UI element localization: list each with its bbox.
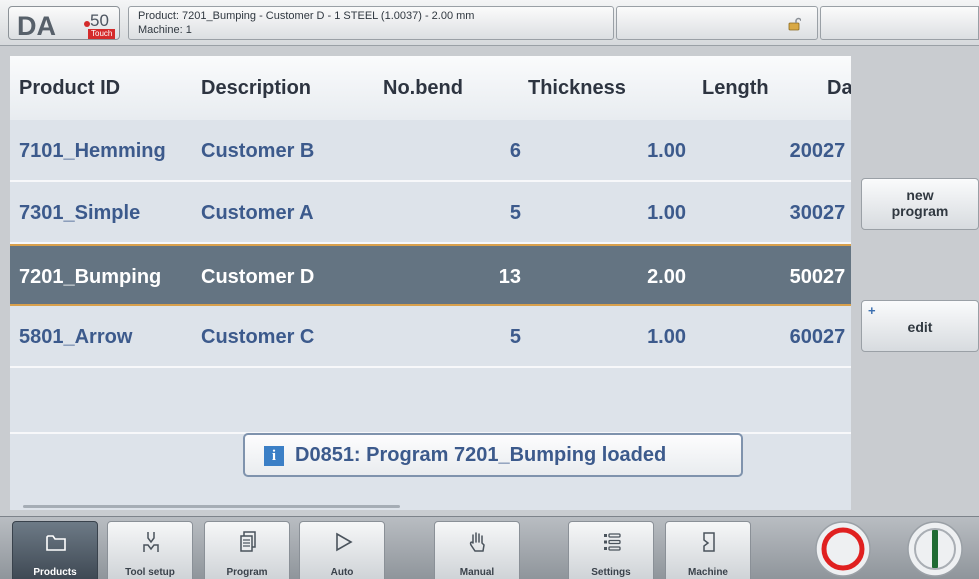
- cell-product-id: 7201_Bumping: [19, 266, 162, 288]
- edit-label: edit: [907, 319, 933, 335]
- cell-length: 200: [789, 140, 823, 162]
- tab-program[interactable]: Program: [204, 521, 290, 579]
- product-table: Product ID Description No.bend Thickness…: [10, 56, 851, 510]
- table-header: Product ID Description No.bend Thickness…: [10, 56, 851, 120]
- cell-thickness: 1.00: [647, 140, 686, 162]
- cell-no-bend: 13: [498, 266, 521, 288]
- pages-icon: [240, 531, 256, 552]
- cell-product-id: 7301_Simple: [19, 202, 141, 224]
- new-program-button[interactable]: new program: [861, 178, 979, 230]
- edit-button[interactable]: + edit: [861, 300, 979, 352]
- logo-model: 50: [90, 11, 109, 30]
- tab-manual[interactable]: Manual: [434, 521, 520, 579]
- cell-product-id: 5801_Arrow: [19, 326, 133, 348]
- machine-icon: [703, 532, 715, 552]
- tab-label: Auto: [330, 567, 354, 578]
- info-icon: i: [264, 446, 284, 466]
- tab-label: Settings: [591, 567, 631, 578]
- cell-da: 27: [823, 202, 846, 224]
- cell-description: Customer B: [201, 140, 315, 162]
- column-header-length[interactable]: Length: [686, 56, 823, 120]
- cell-length: 500: [789, 266, 823, 288]
- status-message: i D0851: Program 7201_Bumping loaded: [243, 433, 743, 477]
- da50-logo: DA 50 Touch: [8, 6, 120, 41]
- cell-thickness: 1.00: [647, 202, 686, 224]
- list-icon: [604, 533, 621, 551]
- punch-die-icon: [143, 532, 159, 552]
- logo-brand: DA: [17, 11, 56, 41]
- cell-description: Customer C: [201, 326, 315, 348]
- tab-products[interactable]: Products: [12, 521, 98, 579]
- empty-row: [10, 370, 851, 434]
- folder-icon: [46, 535, 66, 551]
- status-message-text: D0851: Program 7201_Bumping loaded: [295, 444, 667, 466]
- cell-da: 27: [823, 326, 846, 348]
- tab-settings[interactable]: Settings: [568, 521, 654, 579]
- cell-description: Customer A: [201, 202, 314, 224]
- start-circle-icon[interactable]: [900, 521, 970, 577]
- cell-length: 600: [789, 326, 823, 348]
- lock-panel[interactable]: [616, 6, 818, 40]
- table-row[interactable]: 7101_Hemming Customer B 6 1.00 200 27: [10, 120, 851, 182]
- header-right-panel: [820, 6, 979, 40]
- stop-circle-icon[interactable]: [808, 521, 878, 577]
- column-header-description[interactable]: Description: [201, 56, 381, 120]
- hand-icon: [469, 532, 485, 552]
- play-icon: [336, 532, 353, 552]
- column-header-thickness[interactable]: Thickness: [521, 56, 686, 120]
- cell-thickness: 1.00: [647, 326, 686, 348]
- column-header-product-id[interactable]: Product ID: [19, 56, 201, 120]
- plus-icon: +: [868, 303, 876, 318]
- column-header-da[interactable]: Da: [823, 56, 851, 120]
- tab-machine[interactable]: Machine: [665, 521, 751, 579]
- table-row-selected[interactable]: 7201_Bumping Customer D 13 2.00 500 27: [10, 244, 851, 306]
- cell-no-bend: 6: [509, 140, 521, 162]
- cell-da: 27: [823, 266, 846, 288]
- top-bar: DA 50 Touch Product: 7201_Bumping - Cust…: [0, 0, 979, 46]
- table-row[interactable]: 5801_Arrow Customer C 5 1.00 600 27: [10, 306, 851, 368]
- product-line: Product: 7201_Bumping - Customer D - 1 S…: [138, 10, 475, 22]
- new-program-label-line1: new: [906, 187, 934, 203]
- unlocked-padlock-icon[interactable]: [787, 17, 801, 31]
- logo-edition: Touch: [88, 29, 116, 39]
- tab-label: Tool setup: [125, 567, 175, 578]
- side-panel: new program + edit: [851, 56, 979, 510]
- tab-tool-setup[interactable]: Tool setup: [107, 521, 193, 579]
- cell-no-bend: 5: [509, 326, 521, 348]
- cell-length: 300: [789, 202, 823, 224]
- product-info-panel: Product: 7201_Bumping - Customer D - 1 S…: [128, 6, 614, 40]
- cell-description: Customer D: [201, 266, 315, 288]
- tab-auto[interactable]: Auto: [299, 521, 385, 579]
- cell-no-bend: 5: [509, 202, 521, 224]
- tab-label: Manual: [459, 567, 495, 578]
- cell-thickness: 2.00: [647, 266, 686, 288]
- table-row[interactable]: 7301_Simple Customer A 5 1.00 300 27: [10, 182, 851, 244]
- cell-product-id: 7101_Hemming: [19, 140, 166, 162]
- horizontal-scrollbar[interactable]: [23, 505, 400, 508]
- machine-line: Machine: 1: [138, 24, 192, 36]
- column-header-no-bend[interactable]: No.bend: [381, 56, 521, 120]
- cell-da: 27: [823, 140, 846, 162]
- bottom-navigation: Products Tool setup Program Auto Manual: [0, 516, 979, 579]
- tab-label: Products: [33, 567, 77, 578]
- new-program-label-line2: program: [891, 203, 949, 219]
- tab-label: Machine: [687, 567, 728, 578]
- tab-label: Program: [226, 567, 268, 578]
